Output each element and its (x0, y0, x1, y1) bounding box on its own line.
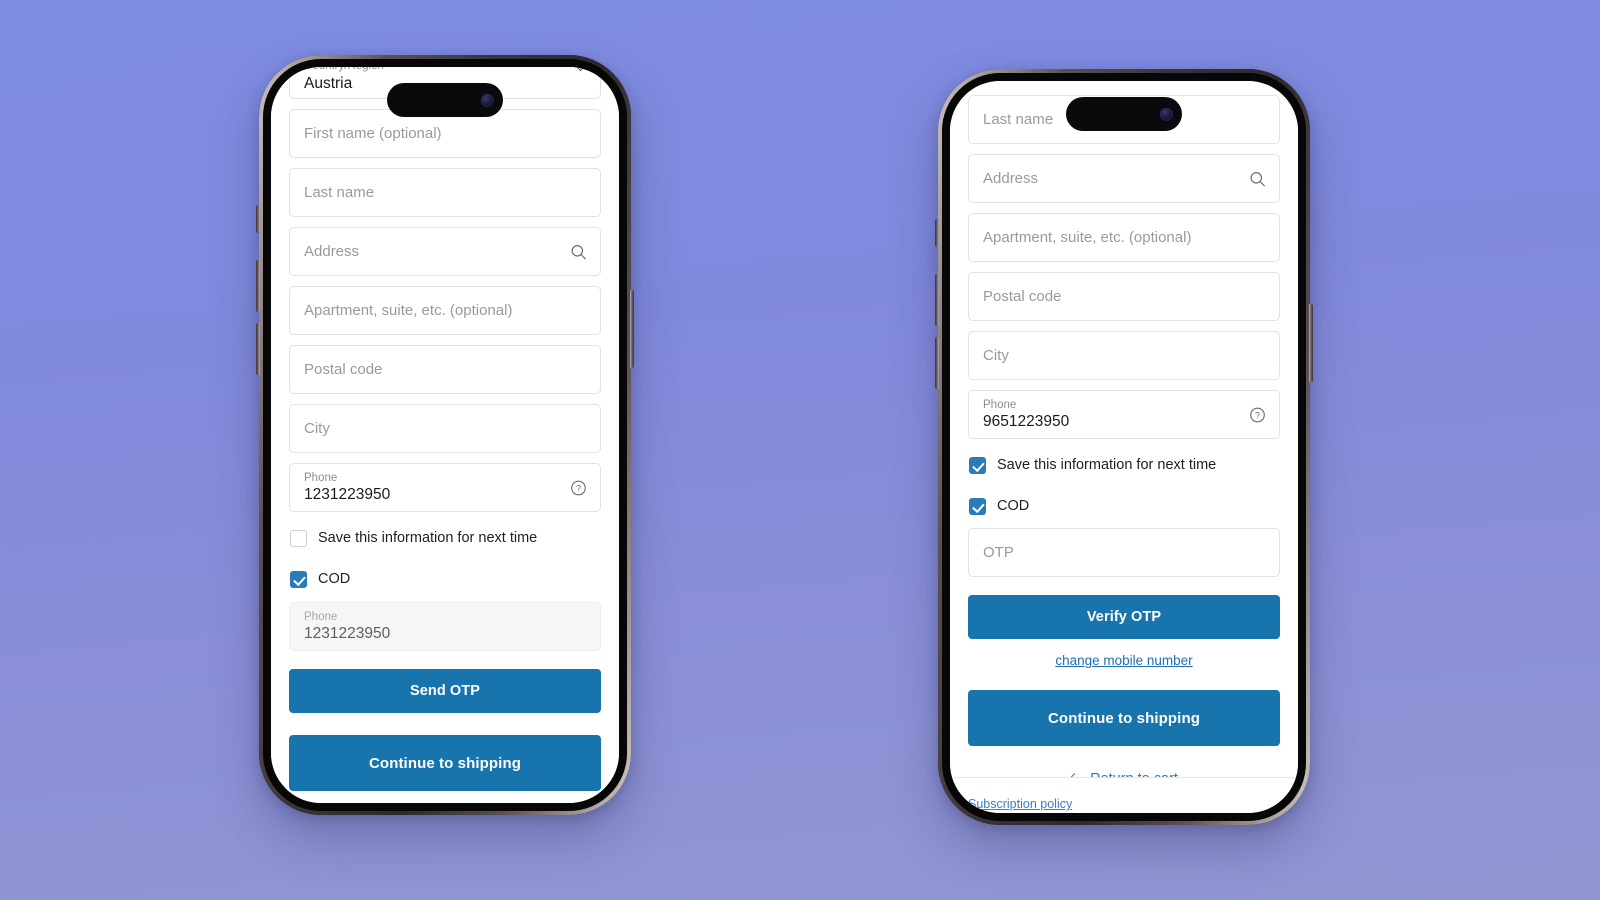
apartment-field[interactable]: Apartment, suite, etc. (optional) (289, 286, 601, 335)
phone-field-value: 1231223950 (304, 485, 391, 503)
city-placeholder-right: City (983, 346, 1009, 364)
volume-up-button-right[interactable] (935, 274, 939, 326)
phone-device-right: Last name Address Apartment, suite, etc.… (935, 69, 1313, 825)
cod-label-right: COD (997, 498, 1030, 514)
save-info-label-right: Save this information for next time (997, 457, 1217, 473)
help-circle-icon[interactable]: ? (1249, 406, 1266, 423)
address-field[interactable]: Address (289, 227, 601, 276)
cod-checkbox[interactable] (290, 570, 307, 588)
address-placeholder-right: Address (983, 169, 1039, 187)
city-field[interactable]: City (289, 404, 601, 453)
save-info-checkbox-row-right[interactable]: Save this information for next time (968, 456, 1280, 474)
silent-switch-right[interactable] (935, 219, 939, 247)
last-name-field[interactable]: Last name (289, 168, 601, 217)
otp-phone-field: Phone 1231223950 (289, 602, 601, 651)
otp-phone-label: Phone (304, 610, 338, 623)
last-name-placeholder: Last name (304, 183, 375, 201)
search-icon[interactable] (570, 243, 587, 260)
volume-down-button-right[interactable] (935, 337, 939, 389)
address-field-right[interactable]: Address (968, 154, 1280, 203)
help-circle-icon[interactable]: ? (570, 479, 587, 496)
otp-input-field[interactable]: OTP (968, 528, 1280, 577)
postal-code-field[interactable]: Postal code (289, 345, 601, 394)
apartment-placeholder: Apartment, suite, etc. (optional) (304, 301, 513, 319)
svg-text:?: ? (576, 483, 581, 493)
svg-text:?: ? (1255, 410, 1260, 420)
cod-checkbox-right[interactable] (969, 497, 986, 515)
apartment-field-right[interactable]: Apartment, suite, etc. (optional) (968, 213, 1280, 262)
cod-checkbox-row[interactable]: COD (289, 570, 601, 588)
save-info-checkbox-right[interactable] (969, 456, 986, 474)
otp-phone-value: 1231223950 (304, 624, 391, 642)
city-placeholder: City (304, 419, 330, 437)
apartment-placeholder-right: Apartment, suite, etc. (optional) (983, 228, 1192, 246)
country-region-label: Country/Region (304, 67, 586, 73)
address-placeholder: Address (304, 242, 360, 260)
phone-screen-right: Last name Address Apartment, suite, etc.… (950, 81, 1298, 813)
postal-code-placeholder: Postal code (304, 360, 383, 378)
save-info-checkbox[interactable] (290, 529, 307, 547)
top-spacer-right (968, 81, 1280, 95)
last-name-placeholder-right: Last name (983, 110, 1054, 128)
phone-field-label-right: Phone (983, 398, 1017, 411)
phone-device-left: Country/Region Austria First name (optio… (256, 55, 634, 815)
checkout-page-left: Country/Region Austria First name (optio… (271, 67, 619, 803)
change-mobile-number-link[interactable]: change mobile number (968, 653, 1280, 668)
continue-to-shipping-button[interactable]: Continue to shipping (289, 735, 601, 791)
checkout-page-right: Last name Address Apartment, suite, etc.… (950, 81, 1298, 813)
front-camera-icon-left (481, 93, 494, 107)
front-camera-icon-right (1160, 107, 1173, 121)
cod-label: COD (318, 571, 351, 587)
continue-to-shipping-button-right[interactable]: Continue to shipping (968, 690, 1280, 746)
phone-field-label: Phone (304, 471, 338, 484)
search-icon[interactable] (1249, 170, 1266, 187)
postal-code-placeholder-right: Postal code (983, 287, 1062, 305)
power-button-left[interactable] (630, 290, 634, 368)
dynamic-island-left (387, 83, 503, 117)
power-button-right[interactable] (1309, 304, 1313, 382)
phone-field-value-right: 9651223950 (983, 412, 1070, 430)
save-info-checkbox-row[interactable]: Save this information for next time (289, 529, 601, 547)
checkout-form-left[interactable]: Country/Region Austria First name (optio… (271, 67, 619, 803)
cod-checkbox-row-right[interactable]: COD (968, 497, 1280, 515)
dynamic-island-right (1066, 97, 1182, 131)
postal-code-field-right[interactable]: Postal code (968, 272, 1280, 321)
phone-field-right[interactable]: Phone 9651223950 ? (968, 390, 1280, 439)
verify-otp-button[interactable]: Verify OTP (968, 595, 1280, 639)
city-field-right[interactable]: City (968, 331, 1280, 380)
first-name-placeholder: First name (optional) (304, 124, 442, 142)
silent-switch-left[interactable] (256, 205, 260, 233)
subscription-policy-link[interactable]: Subscription policy (968, 797, 1072, 811)
otp-input-placeholder: OTP (983, 543, 1014, 561)
save-info-label: Save this information for next time (318, 530, 538, 546)
phone-field[interactable]: Phone 1231223950 ? (289, 463, 601, 512)
phone-screen-left: Country/Region Austria First name (optio… (271, 67, 619, 803)
volume-down-button-left[interactable] (256, 323, 260, 375)
page-footer-right: Subscription policy (950, 777, 1298, 813)
checkout-form-right[interactable]: Last name Address Apartment, suite, etc.… (950, 81, 1298, 777)
send-otp-button[interactable]: Send OTP (289, 669, 601, 713)
volume-up-button-left[interactable] (256, 260, 260, 312)
